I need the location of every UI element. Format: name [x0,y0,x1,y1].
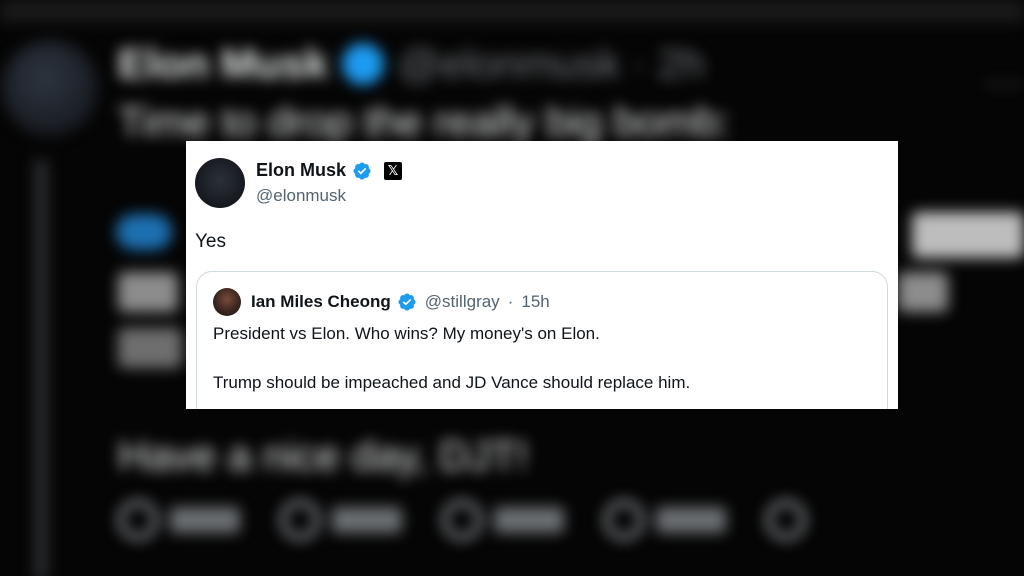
background-thread-line [34,160,48,576]
bookmark-icon [766,500,806,540]
background-text-blob [912,212,1024,258]
background-repost-action [280,500,402,540]
reply-icon [118,500,158,540]
background-bookmark-action [766,500,806,540]
background-name-row: Elon Musk @elonmusk · 2h [118,40,704,88]
background-like-action [442,500,564,540]
author-handle[interactable]: @elonmusk [256,186,346,206]
quoted-author-avatar[interactable] [213,288,241,316]
quoted-author-handle[interactable]: @stillgray [425,292,500,312]
background-top-bar [0,0,1024,22]
background-more-icon: ··· [984,60,1024,104]
background-text-blob [118,328,182,368]
tweet-text: Yes [195,231,226,252]
repost-icon [280,500,320,540]
heart-icon [442,500,482,540]
avatar[interactable] [195,158,245,208]
background-reply-action [118,500,240,540]
quoted-tweet-line-2: Trump should be impeached and JD Vance s… [213,373,691,392]
background-tweet-line-1: Time to drop the really big bomb: [118,98,731,145]
quoted-tweet-header: Ian Miles Cheong @stillgray · 15h [213,288,550,316]
background-action-bar [118,500,1018,540]
background-text-blob [118,272,178,312]
quoted-author-name[interactable]: Ian Miles Cheong [251,292,391,312]
meta-separator: · [507,292,514,311]
background-author-name: Elon Musk [118,40,329,87]
quoted-tweet-card[interactable]: Ian Miles Cheong @stillgray · 15h Presid… [196,271,888,409]
background-text-blob [898,272,948,312]
quoted-tweet-line-1: President vs Elon. Who wins? My money's … [213,324,600,343]
verified-badge-icon [353,161,371,180]
background-handle-time: @elonmusk · 2h [398,40,705,87]
author-name[interactable]: Elon Musk [256,160,346,181]
tweet-card[interactable]: Elon Musk 𝕏 @elonmusk Yes Ian Miles Cheo… [186,141,898,409]
background-views-action [604,500,726,540]
background-mention-blob [116,214,172,250]
quoted-tweet-time[interactable]: 15h [521,292,549,312]
background-tweet-line-2: Have a nice day, DJT! [118,432,529,479]
screenshot-stage: Elon Musk @elonmusk · 2h ··· Time to dro… [0,0,1024,576]
background-avatar [2,40,98,136]
x-logo-icon: 𝕏 [384,161,403,180]
views-icon [604,500,644,540]
author-name-row: Elon Musk 𝕏 [256,160,403,181]
background-verified-icon [342,43,385,85]
verified-badge-icon [398,293,416,311]
